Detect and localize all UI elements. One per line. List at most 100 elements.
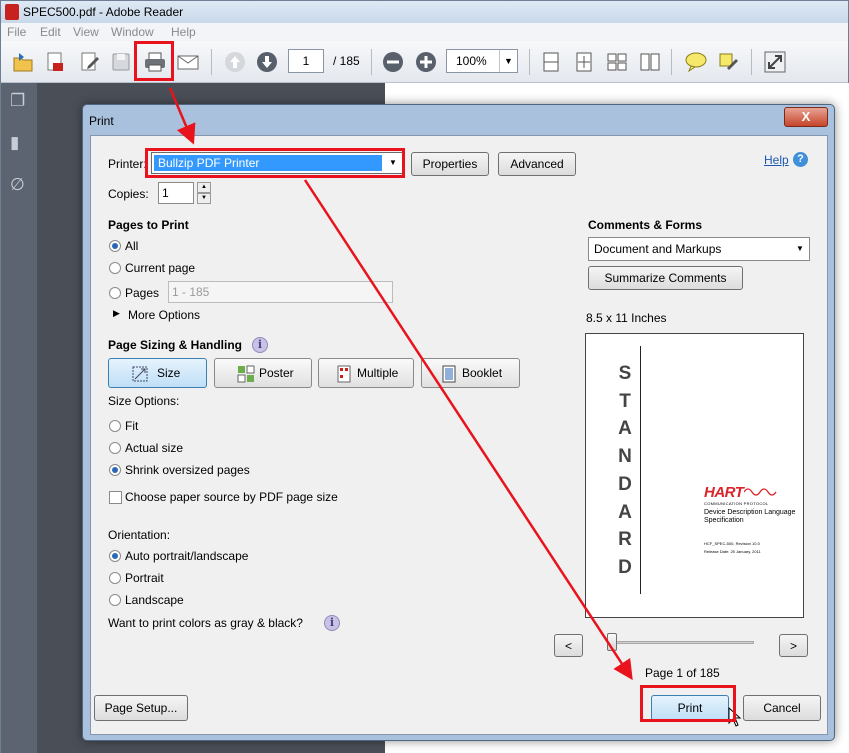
print-preview: S T A N D A R D HART COMMUNICATION PROTO… [585, 333, 804, 618]
radio-auto-orientation[interactable] [109, 550, 121, 562]
annotation-box-print-button [640, 685, 736, 722]
paper-source-checkbox[interactable] [109, 491, 122, 504]
page-total: / 185 [333, 54, 360, 68]
radio-all[interactable] [109, 240, 121, 252]
dialog-title: Print [89, 114, 114, 128]
comment-icon[interactable] [684, 50, 708, 74]
more-options-toggle[interactable]: More Options [128, 308, 200, 322]
help-icon[interactable]: ? [793, 152, 808, 167]
next-page-icon[interactable] [255, 50, 279, 74]
preview-letter: T [619, 390, 631, 412]
copies-input[interactable]: 1 [158, 182, 194, 204]
info-icon[interactable]: i [324, 615, 340, 631]
navigation-panel: ❐ ▮ ∅ [1, 83, 37, 753]
pages-range-input[interactable]: 1 - 185 [168, 281, 393, 303]
copies-down-icon[interactable]: ▼ [197, 193, 211, 204]
menu-window[interactable]: Window [111, 25, 154, 39]
page-indicator: Page 1 of 185 [645, 666, 720, 680]
copies-up-icon[interactable]: ▲ [197, 182, 211, 193]
radio-pages-label: Pages [125, 286, 160, 300]
orientation-label: Orientation: [108, 528, 171, 542]
preview-letter: R [618, 529, 632, 551]
annotation-box-print-icon [134, 41, 174, 81]
previous-page-icon[interactable] [223, 50, 247, 74]
previous-preview-button[interactable]: < [554, 634, 583, 657]
save-icon[interactable] [109, 50, 133, 74]
create-pdf-icon[interactable] [43, 50, 67, 74]
preview-slider-thumb[interactable] [607, 633, 617, 651]
preview-doc-code: HCF_SPEC-500, Revision 10.0 [704, 541, 760, 546]
radio-all-label: All [125, 239, 139, 253]
two-page-icon[interactable] [605, 50, 629, 74]
page-setup-button[interactable]: Page Setup... [94, 695, 188, 721]
full-screen-icon[interactable] [763, 50, 787, 74]
zoom-in-icon[interactable] [414, 50, 438, 74]
annotation-box-printer [145, 148, 405, 178]
toolbar-separator [211, 49, 212, 75]
scroll-mode-icon[interactable] [539, 50, 563, 74]
zoom-select[interactable]: 100% ▼ [446, 49, 518, 73]
help-link[interactable]: Help [764, 153, 789, 167]
next-preview-button[interactable]: > [779, 634, 808, 657]
menu-file[interactable]: File [7, 25, 26, 39]
close-button[interactable]: X [784, 107, 828, 127]
comments-select[interactable]: Document and Markups ▼ [588, 237, 810, 261]
poster-tab-label: Poster [259, 366, 294, 380]
pages-panel-icon[interactable]: ❐ [10, 91, 25, 111]
cancel-button[interactable]: Cancel [743, 695, 821, 721]
email-icon[interactable] [176, 50, 200, 74]
menu-view[interactable]: View [73, 25, 99, 39]
preview-letter: A [618, 418, 632, 440]
zoom-out-icon[interactable] [381, 50, 405, 74]
radio-fit[interactable] [109, 420, 121, 432]
preview-slider-track[interactable] [611, 641, 754, 644]
radio-portrait[interactable] [109, 572, 121, 584]
page-number-input[interactable]: 1 [288, 49, 324, 73]
menu-help[interactable]: Help [171, 25, 196, 39]
info-icon[interactable]: i [252, 337, 268, 353]
sizing-heading: Page Sizing & Handling [108, 338, 243, 352]
properties-button[interactable]: Properties [411, 152, 489, 176]
comments-heading: Comments & Forms [588, 218, 703, 232]
multiple-tab[interactable]: Multiple [318, 358, 414, 388]
edit-icon[interactable] [78, 50, 102, 74]
expand-arrow-icon[interactable]: ▶ [113, 308, 120, 319]
poster-tab[interactable]: Poster [214, 358, 312, 388]
bookmarks-icon[interactable]: ▮ [10, 133, 19, 153]
fit-page-icon[interactable] [572, 50, 596, 74]
open-icon[interactable] [11, 50, 35, 74]
preview-doc-date: Release Date: 25 January, 2011 [704, 549, 761, 554]
size-options-label: Size Options: [108, 394, 180, 408]
radio-shrink-label: Shrink oversized pages [125, 463, 250, 477]
menu-bar: File Edit View Window Help [1, 23, 848, 41]
pdf-app-icon [5, 4, 19, 20]
radio-fit-label: Fit [125, 419, 139, 433]
size-tab[interactable]: Size [108, 358, 207, 388]
chevron-down-icon[interactable]: ▼ [499, 50, 517, 72]
toolbar [1, 41, 848, 83]
zoom-value: 100% [456, 54, 487, 68]
radio-actual-size[interactable] [109, 442, 121, 454]
paper-source-label: Choose paper source by PDF page size [125, 490, 338, 504]
attachments-icon[interactable]: ∅ [10, 175, 25, 195]
hart-wave-icon [744, 488, 777, 496]
printer-label: Printer: [108, 157, 147, 171]
radio-landscape[interactable] [109, 594, 121, 606]
facing-pages-icon[interactable] [638, 50, 662, 74]
preview-letter: D [618, 473, 632, 495]
radio-shrink[interactable] [109, 464, 121, 476]
preview-rule [640, 346, 641, 594]
radio-auto-label: Auto portrait/landscape [125, 549, 249, 563]
chevron-down-icon[interactable]: ▼ [791, 238, 809, 260]
size-tab-label: Size [157, 366, 181, 380]
advanced-button[interactable]: Advanced [498, 152, 576, 176]
pages-heading: Pages to Print [108, 218, 189, 232]
booklet-tab[interactable]: Booklet [421, 358, 520, 388]
summarize-comments-button[interactable]: Summarize Comments [588, 266, 743, 290]
highlight-icon[interactable] [717, 50, 741, 74]
radio-current-page[interactable] [109, 262, 121, 274]
menu-edit[interactable]: Edit [40, 25, 61, 39]
preview-letter: N [618, 446, 632, 468]
print-dialog: Print X Printer: Bullzip PDF Printer ▼ P… [82, 104, 835, 741]
radio-pages[interactable] [109, 287, 121, 299]
